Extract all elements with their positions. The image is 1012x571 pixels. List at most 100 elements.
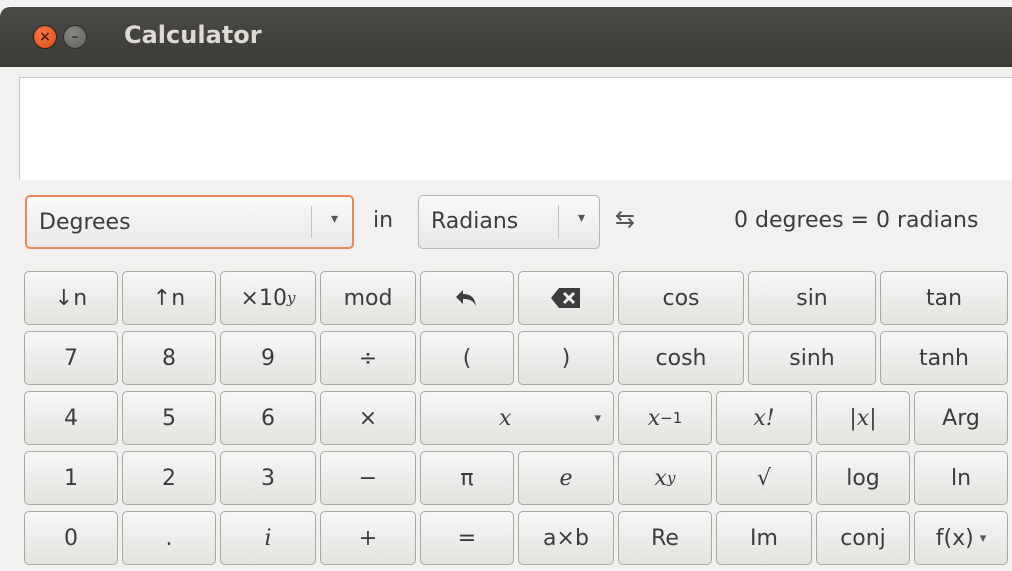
key-label: sinh — [789, 345, 835, 371]
variable-menu-button[interactable]: x ▾ — [420, 391, 614, 445]
conversion-result: 0 degrees = 0 radians — [734, 208, 979, 233]
digit-8-button[interactable]: 8 — [122, 331, 216, 385]
close-paren-button[interactable]: ) — [518, 331, 614, 385]
square-root-button[interactable]: √ — [716, 451, 812, 505]
key-label: − — [358, 465, 378, 491]
key-label: × — [358, 405, 378, 431]
factorial-button[interactable]: x! — [716, 391, 812, 445]
key-label: . — [165, 525, 173, 551]
key-label: sin — [796, 285, 828, 311]
chevron-down-icon: ▾ — [330, 211, 338, 227]
key-label: conj — [840, 525, 886, 551]
digit-6-button[interactable]: 6 — [220, 391, 316, 445]
key-label: 2 — [162, 465, 176, 491]
key-label: ) — [561, 345, 571, 371]
key-label: x — [647, 405, 661, 431]
key-label: π — [460, 465, 474, 491]
key-label: i — [264, 525, 272, 551]
conjugate-button[interactable]: conj — [816, 511, 910, 565]
key-label: Arg — [942, 405, 980, 431]
digit-9-button[interactable]: 9 — [220, 331, 316, 385]
cos-button[interactable]: cos — [618, 271, 744, 325]
chevron-down-icon: ▾ — [594, 410, 601, 426]
title-bar: × – Calculator — [0, 7, 1012, 67]
key-superscript: −1 — [660, 409, 683, 427]
cosh-button[interactable]: cosh — [618, 331, 744, 385]
key-label: 4 — [64, 405, 78, 431]
sinh-button[interactable]: sinh — [748, 331, 876, 385]
imaginary-part-button[interactable]: Im — [716, 511, 812, 565]
key-label: 0 — [64, 525, 78, 551]
undo-icon — [456, 290, 476, 306]
close-button[interactable]: × — [33, 25, 57, 49]
swap-units-icon[interactable]: ⇆ — [615, 205, 635, 233]
key-label: log — [846, 465, 880, 491]
display-field[interactable] — [19, 77, 1012, 180]
multiply-ab-button[interactable]: a×b — [518, 511, 614, 565]
digit-4-button[interactable]: 4 — [24, 391, 118, 445]
absolute-value-button[interactable]: |x| — [816, 391, 910, 445]
digit-1-button[interactable]: 1 — [24, 451, 118, 505]
key-label: ↓n — [54, 285, 88, 311]
key-label: 8 — [162, 345, 176, 371]
minimize-button[interactable]: – — [63, 25, 87, 49]
digit-2-button[interactable]: 2 — [122, 451, 216, 505]
argument-button[interactable]: Arg — [914, 391, 1008, 445]
equals-button[interactable]: = — [420, 511, 514, 565]
imaginary-i-button[interactable]: i — [220, 511, 316, 565]
log-button[interactable]: log — [816, 451, 910, 505]
key-label: ↑n — [152, 285, 186, 311]
subscript-button[interactable]: ↓n — [24, 271, 118, 325]
key-label: 6 — [261, 405, 275, 431]
scientific-exponent-button[interactable]: ×10 y — [220, 271, 316, 325]
key-superscript: y — [286, 289, 296, 307]
key-label: + — [358, 525, 378, 551]
key-label: x — [654, 465, 667, 491]
euler-e-button[interactable]: e — [518, 451, 614, 505]
divide-button[interactable]: ÷ — [320, 331, 416, 385]
unit-conversion-bar: Degrees ▾ in Radians ▾ ⇆ 0 degrees = 0 r… — [0, 195, 1012, 251]
chevron-down-icon: ▾ — [577, 210, 585, 226]
from-unit-select[interactable]: Degrees ▾ — [25, 195, 354, 249]
key-label: x! — [753, 405, 775, 431]
function-menu-button[interactable]: f(x) ▾ — [914, 511, 1008, 565]
key-label: 3 — [261, 465, 275, 491]
key-label: ( — [462, 345, 472, 371]
backspace-button[interactable] — [518, 271, 614, 325]
combo-separator — [311, 206, 312, 238]
window-title: Calculator — [124, 21, 262, 49]
open-paren-button[interactable]: ( — [420, 331, 514, 385]
digit-0-button[interactable]: 0 — [24, 511, 118, 565]
inverse-button[interactable]: x −1 — [618, 391, 712, 445]
key-label: a×b — [543, 525, 589, 551]
key-label: Re — [651, 525, 679, 551]
key-label: 1 — [64, 465, 78, 491]
from-unit-value: Degrees — [39, 210, 131, 235]
sin-button[interactable]: sin — [748, 271, 876, 325]
key-label: ÷ — [358, 345, 378, 371]
modulus-button[interactable]: mod — [320, 271, 416, 325]
superscript-button[interactable]: ↑n — [122, 271, 216, 325]
add-button[interactable]: + — [320, 511, 416, 565]
subtract-button[interactable]: − — [320, 451, 416, 505]
minimize-icon: – — [71, 29, 79, 45]
pi-button[interactable]: π — [420, 451, 514, 505]
key-label: 7 — [64, 345, 78, 371]
power-button[interactable]: xy — [618, 451, 712, 505]
natural-log-button[interactable]: ln — [914, 451, 1008, 505]
digit-7-button[interactable]: 7 — [24, 331, 118, 385]
decimal-point-button[interactable]: . — [122, 511, 216, 565]
digit-5-button[interactable]: 5 — [122, 391, 216, 445]
to-unit-value: Radians — [431, 209, 519, 234]
real-part-button[interactable]: Re — [618, 511, 712, 565]
close-icon: × — [39, 29, 51, 45]
undo-button[interactable] — [420, 271, 514, 325]
digit-3-button[interactable]: 3 — [220, 451, 316, 505]
tanh-button[interactable]: tanh — [880, 331, 1008, 385]
tan-button[interactable]: tan — [880, 271, 1008, 325]
multiply-button[interactable]: × — [320, 391, 416, 445]
key-label: Im — [750, 525, 778, 551]
chevron-down-icon: ▾ — [979, 530, 987, 546]
key-label: ln — [950, 465, 972, 491]
to-unit-select[interactable]: Radians ▾ — [418, 195, 600, 249]
